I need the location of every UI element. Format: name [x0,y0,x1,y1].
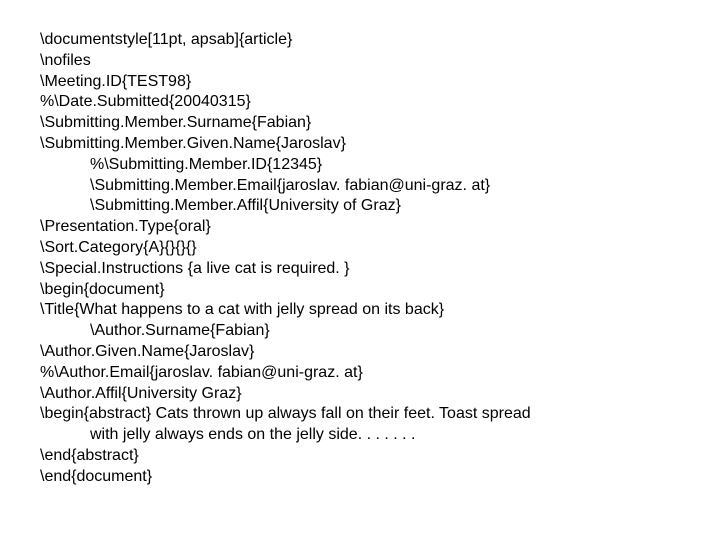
code-line: \Author.Given.Name{Jaroslav} [40,342,680,363]
code-line: \nofiles [40,51,680,72]
code-line: \Meeting.ID{TEST98} [40,72,680,93]
code-line: \end{abstract} [40,446,680,467]
code-line: %\Submitting.Member.ID{12345} [40,155,680,176]
code-line: \end{document} [40,467,680,488]
code-line: %\Date.Submitted{20040315} [40,92,680,113]
code-line: \Presentation.Type{oral} [40,217,680,238]
code-line: \Special.Instructions {a live cat is req… [40,259,680,280]
code-line: \Author.Affil{University Graz} [40,384,680,405]
code-line: %\Author.Email{jaroslav. fabian@uni-graz… [40,363,680,384]
code-line: \Author.Surname{Fabian} [40,321,680,342]
code-line: with jelly always ends on the jelly side… [40,425,680,446]
code-line: \Submitting.Member.Affil{University of G… [40,196,680,217]
code-line: \Submitting.Member.Given.Name{Jaroslav} [40,134,680,155]
code-line: \Submitting.Member.Email{jaroslav. fabia… [40,176,680,197]
code-line: \begin{abstract} Cats thrown up always f… [40,404,680,425]
code-line: \Submitting.Member.Surname{Fabian} [40,113,680,134]
code-line: \begin{document} [40,280,680,301]
code-line: \Sort.Category{A}{}{}{} [40,238,680,259]
code-line: \Title{What happens to a cat with jelly … [40,300,680,321]
code-line: \documentstyle[11pt, apsab]{article} [40,30,680,51]
